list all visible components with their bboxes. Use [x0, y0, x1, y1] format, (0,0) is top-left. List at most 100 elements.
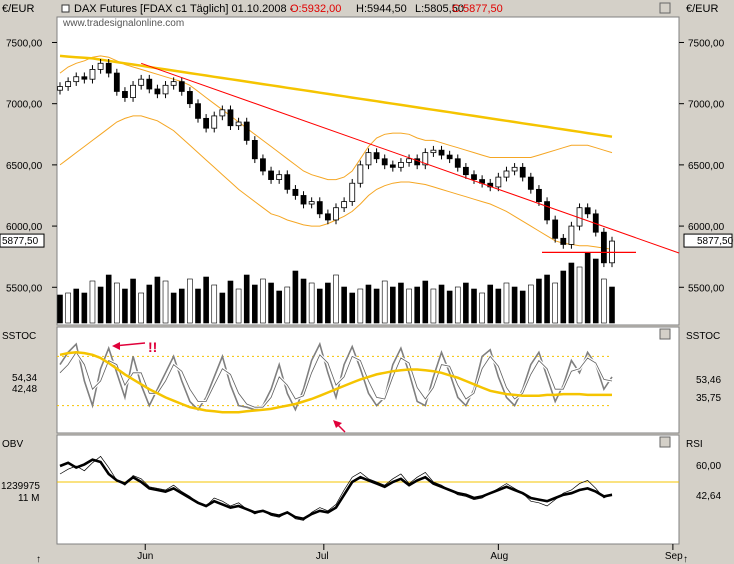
candle-body — [471, 174, 477, 180]
obv-value-1: 1239975 — [1, 481, 40, 492]
volume-bar — [357, 288, 364, 324]
candle-body — [122, 91, 128, 98]
volume-bar — [219, 292, 226, 324]
last-price-label-right: 5877,50 — [697, 236, 734, 247]
volume-bar — [138, 292, 144, 324]
candle-body — [260, 158, 266, 172]
candle-body — [560, 237, 567, 245]
chart-svg: €/EUR €/EUR DAX Futures [FDAX c1 Täglich… — [0, 2, 734, 564]
price-ytick-label-left: 7500,00 — [6, 38, 43, 49]
candle-body — [438, 149, 445, 156]
price-ytick-label-right: 7500,00 — [688, 38, 725, 49]
candle-body — [276, 174, 283, 180]
volume-bar — [406, 288, 412, 324]
volume-bar — [381, 280, 388, 324]
candle-body — [178, 81, 185, 92]
candle-body — [349, 182, 356, 203]
xaxis-arrow-left: ↑ — [36, 554, 41, 564]
volume-bar — [284, 286, 291, 324]
obv-close-button[interactable] — [659, 436, 671, 448]
candle-body — [316, 201, 323, 215]
candle-body — [462, 166, 469, 176]
candle-body — [373, 152, 380, 160]
volume-bar — [65, 292, 71, 324]
candle-body — [568, 225, 575, 245]
sstoc-left-value-1: 54,34 — [12, 373, 37, 384]
price-ytick-label-left: 6000,00 — [6, 222, 43, 233]
series-checkbox[interactable] — [61, 4, 70, 13]
volume-bar — [252, 284, 258, 324]
volume-bar — [260, 278, 266, 324]
volume-bar — [568, 262, 575, 324]
volume-bar — [349, 292, 356, 324]
chart-window: €/EUR €/EUR DAX Futures [FDAX c1 Täglich… — [0, 0, 734, 564]
volume-bar — [552, 282, 558, 324]
volume-bar — [544, 274, 550, 324]
candle-body — [430, 149, 437, 154]
rsi-value: 42,64 — [696, 491, 721, 502]
volume-bar — [162, 280, 169, 324]
volume-bar — [154, 276, 161, 324]
volume-bar — [316, 288, 323, 324]
sstoc-close-button[interactable] — [659, 328, 671, 340]
candle-body — [527, 176, 534, 190]
volume-bar — [592, 258, 599, 324]
candle-body — [544, 201, 550, 221]
candle-body — [195, 103, 201, 119]
candle-body — [341, 201, 348, 209]
volume-bar — [203, 276, 209, 324]
price-ytick-label-right: 6500,00 — [688, 161, 725, 172]
volume-bar — [73, 288, 80, 324]
candle-body — [243, 121, 250, 141]
candle-body — [65, 81, 72, 87]
last-price-label-left: 5877,50 — [2, 236, 39, 247]
candle-body — [333, 207, 339, 221]
candle-body — [503, 170, 510, 178]
volume-bar — [373, 288, 380, 324]
volume-bar — [487, 284, 494, 324]
candle-body — [357, 164, 364, 184]
instrument-title: DAX Futures [FDAX c1 Täglich] 01.10.2008… — [74, 3, 294, 15]
volume-bar — [130, 278, 136, 324]
candle-body — [251, 139, 258, 160]
price-ytick-label-right: 6000,00 — [688, 222, 725, 233]
panel-close-button[interactable] — [659, 2, 671, 14]
volume-bar — [114, 282, 120, 324]
volume-bar — [227, 280, 234, 324]
volume-bar — [308, 282, 315, 324]
volume-bar — [511, 286, 518, 324]
volume-bar — [195, 288, 201, 324]
candle-body — [73, 76, 80, 83]
candle-body — [511, 166, 518, 172]
volume-bar — [365, 284, 372, 324]
volume-bar — [584, 252, 591, 324]
candle-body — [97, 62, 104, 70]
xaxis-label: Sep — [665, 551, 683, 562]
candle-body — [138, 78, 145, 86]
volume-bar — [89, 280, 96, 324]
candle-body — [292, 188, 299, 196]
rsi-label: RSI — [686, 439, 703, 450]
volume-bar — [97, 286, 104, 324]
candle-body — [389, 164, 396, 168]
volume-bar — [463, 282, 469, 324]
close-value: C:5877,50 — [452, 3, 503, 15]
price-ytick-label-left: 5500,00 — [6, 283, 43, 294]
watermark: www.tradesignalonline.com — [62, 18, 184, 29]
xaxis-label: Jun — [137, 551, 153, 562]
candle-body — [324, 213, 331, 221]
volume-bar — [430, 288, 437, 324]
unit-right-label: €/EUR — [686, 3, 718, 15]
candle-body — [57, 86, 63, 91]
volume-bar — [536, 278, 542, 324]
candle-body — [186, 91, 193, 105]
sstoc-label-left: SSTOC — [2, 331, 36, 342]
candle-body — [300, 195, 307, 205]
candle-body — [446, 154, 453, 160]
volume-bar — [146, 284, 153, 324]
candle-body — [600, 231, 607, 264]
candle-body — [308, 201, 315, 205]
volume-bar — [300, 278, 307, 324]
candle-body — [406, 158, 412, 163]
volume-bar — [576, 266, 583, 324]
